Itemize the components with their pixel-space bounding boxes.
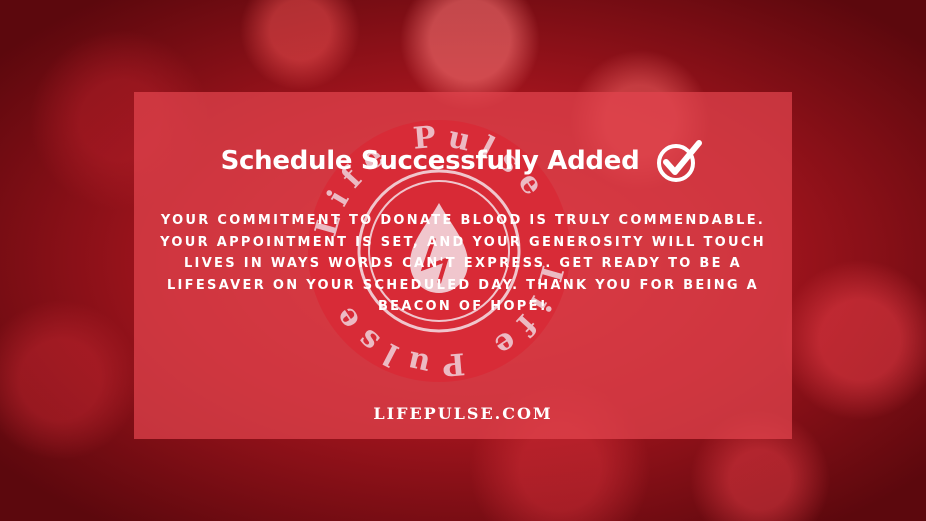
website-url: LIFEPULSE.COM [373,404,553,423]
check-circle-icon [657,140,703,182]
notice-title: Schedule Successfully Added [220,146,640,176]
confirmation-message: YOUR COMMITMENT TO DONATE BLOOD IS TRULY… [160,213,766,314]
title-row: Schedule Successfully Added [0,138,926,184]
